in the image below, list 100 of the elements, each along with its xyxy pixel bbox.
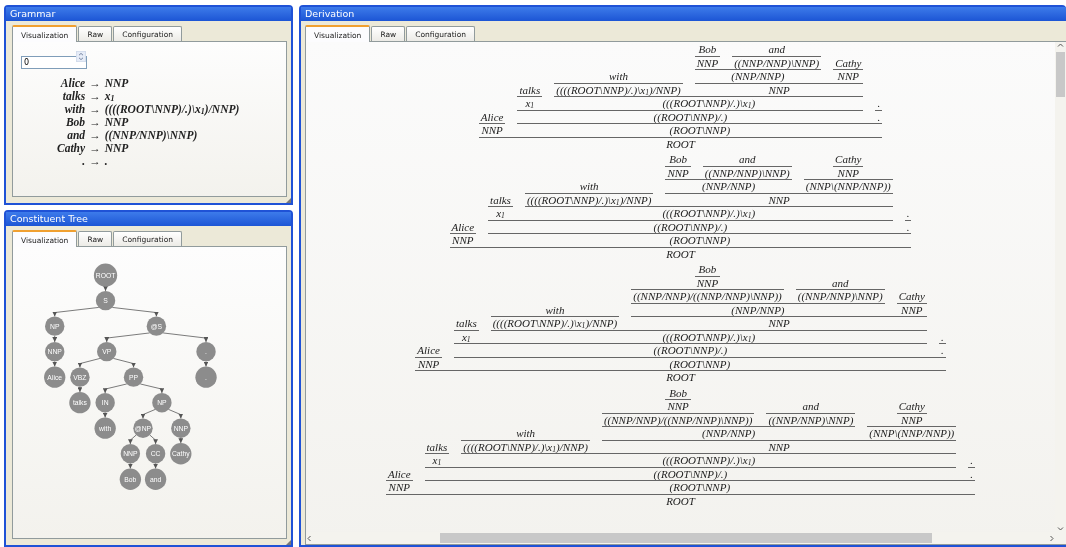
word-label: with (544, 303, 566, 316)
word-label: . (876, 97, 882, 110)
category-label: NNP (666, 400, 690, 413)
category-label: NNP (836, 166, 860, 179)
rule-category: NNP (104, 77, 130, 90)
vertical-scrollbar[interactable] (1055, 42, 1066, 532)
category-label: ((ROOT\NNP)/.) (652, 110, 729, 123)
category-label: (ROOT\NNP) (668, 124, 732, 137)
rule-arrow: → (89, 77, 101, 90)
category-label: . (905, 220, 911, 233)
category-label: NNP (451, 234, 475, 247)
rule-category: ((((ROOT\NNP)/.)\x$_{1}$)/NNP) (104, 103, 240, 116)
tree-edge (52, 360, 58, 367)
category-label: ((((ROOT\NNP)/.)\x$_{1}$)/NNP) (491, 317, 619, 330)
category-label: . (939, 344, 945, 357)
scroll-right-icon[interactable] (1049, 534, 1055, 542)
category-label: (NNP/NNP) (730, 70, 786, 83)
category-label: (((ROOT\NNP)/.)\x$_{1}$) (661, 330, 757, 343)
category-label: (ROOT\NNP) (668, 234, 732, 247)
rule-word: . (81, 155, 86, 168)
category-label: NNP (416, 357, 441, 370)
scrollbar-thumb[interactable] (1056, 52, 1065, 97)
word-label: . (969, 454, 975, 467)
rule-word: and (66, 129, 86, 142)
word-label: and (830, 276, 850, 289)
spinner-field[interactable]: 0 (21, 56, 87, 69)
window-title: Constituent Tree (6, 212, 291, 226)
category-label: ((((ROOT\NNP)/.)\x$_{1}$)/NNP) (462, 440, 589, 453)
category-label: (NNP\(NNP/NNP)) (804, 180, 892, 193)
category-label: (NNP\(NNP/NNP)) (868, 427, 956, 440)
category-label: ROOT (665, 137, 697, 150)
scroll-down-icon[interactable] (1057, 526, 1064, 532)
category-label: NNP (666, 166, 690, 179)
category-label: x$_{1}$ (460, 330, 472, 343)
category-label: NNP (480, 124, 504, 137)
rule-category: NNP (104, 116, 130, 129)
word-label: talks (425, 440, 449, 453)
rule-arrow: → (89, 90, 101, 103)
rule-arrow: → (89, 103, 101, 116)
category-label: ((ROOT\NNP)/.) (652, 220, 729, 233)
tree-edge (77, 386, 83, 393)
category-label: NNP (695, 56, 720, 69)
rule-word: Bob (64, 116, 86, 129)
rule-word: Cathy (57, 142, 86, 155)
category-label: ROOT (665, 247, 697, 260)
category-label: (ROOT\NNP) (668, 481, 732, 494)
scroll-left-icon[interactable] (306, 534, 312, 542)
rule-category: x$_{1}$ (104, 90, 116, 103)
category-label: ((NNP/NNP)\NNP) (796, 290, 884, 303)
word-label: Alice (479, 110, 505, 123)
word-label: and (801, 400, 821, 413)
word-label: and (767, 43, 786, 56)
word-label: Cathy (897, 290, 926, 303)
category-label: NNP (767, 193, 791, 206)
category-label: (((ROOT\NNP)/.)\x$_{1}$) (661, 207, 757, 220)
rule-arrow: → (89, 116, 101, 129)
word-label: Alice (386, 467, 412, 480)
category-label: ((NNP/NNP)/((NNP/NNP)\NNP)) (602, 413, 754, 426)
word-label: Cathy (834, 153, 863, 166)
rule-arrow: → (89, 155, 101, 168)
category-label: (((ROOT\NNP)/.)\x$_{1}$) (661, 97, 757, 110)
category-label: NNP (900, 303, 924, 316)
rule-arrow: → (89, 142, 101, 155)
category-label: ((NNP/NNP)/((NNP/NNP)\NNP)) (632, 290, 783, 303)
category-label: (ROOT\NNP) (668, 357, 732, 370)
category-label: x$_{1}$ (431, 454, 443, 467)
word-label: with (578, 180, 600, 193)
tree-edge (102, 411, 108, 418)
word-label: Cathy (897, 400, 926, 413)
category-label: ROOT (665, 494, 697, 507)
tree-edge (178, 437, 184, 444)
category-label: ROOT (665, 371, 697, 384)
category-label: NNP (767, 83, 791, 96)
word-label: Alice (416, 344, 441, 357)
horizontal-scrollbar[interactable] (306, 532, 1055, 544)
word-label: Alice (450, 220, 476, 233)
word-label: . (939, 330, 945, 343)
word-label: . (905, 207, 911, 220)
category-label: . (969, 467, 975, 480)
word-label: talks (518, 83, 542, 96)
tree-edge (203, 360, 209, 367)
spinner-arrows-icon[interactable] (76, 51, 86, 62)
rule-word: Alice (59, 77, 86, 90)
resize-grip-icon[interactable] (286, 540, 291, 545)
scrollbar-thumb[interactable] (440, 533, 932, 543)
category-label: NNP (387, 481, 411, 494)
rule-category: . (104, 155, 109, 168)
word-label: talks (489, 193, 512, 206)
rule-arrow: → (89, 129, 101, 142)
word-label: Bob (668, 386, 688, 399)
category-label: NNP (767, 440, 791, 453)
scroll-up-icon[interactable] (1057, 42, 1064, 48)
window-title: Derivation (301, 7, 1066, 21)
word-label: Bob (697, 43, 718, 56)
window-title: Grammar (6, 7, 291, 21)
word-label: Bob (668, 153, 688, 166)
category-label: (NNP/NNP) (701, 180, 757, 193)
word-label: talks (454, 317, 478, 330)
category-label: ((NNP/NNP)\NNP) (703, 166, 791, 179)
resize-grip-icon[interactable] (286, 198, 291, 203)
